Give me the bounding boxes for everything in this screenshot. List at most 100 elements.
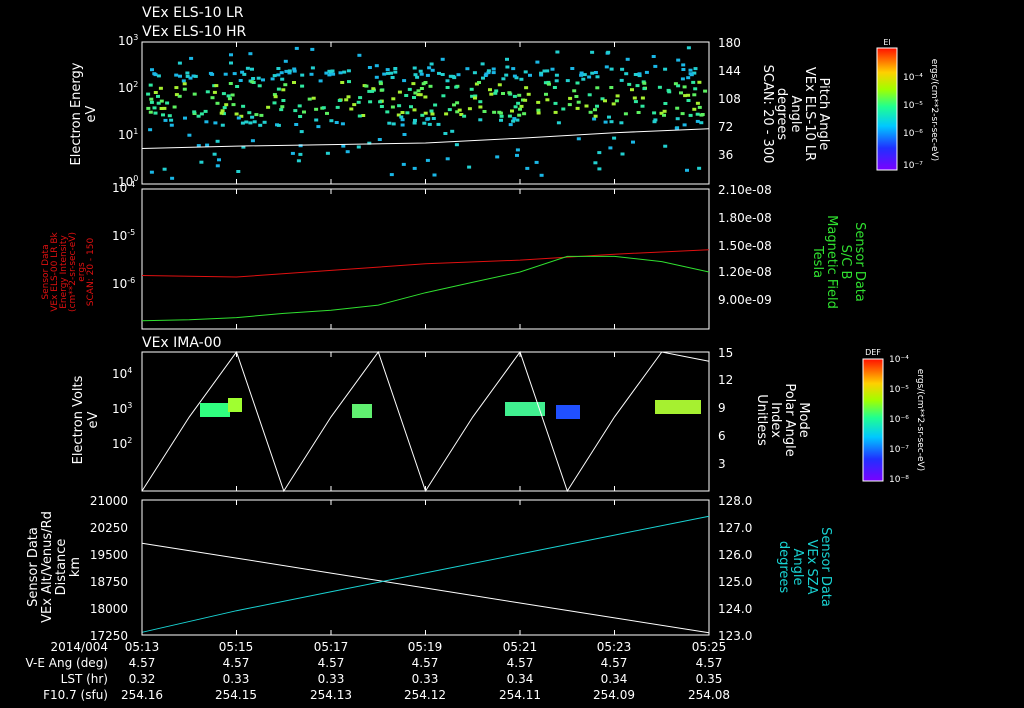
spectrogram-cell — [697, 105, 702, 109]
spectrogram-cell — [245, 66, 250, 70]
spectrogram-cell — [370, 89, 375, 93]
spectrogram-cell — [311, 96, 316, 100]
spectrogram-cell — [553, 101, 558, 105]
spectrogram-cell — [420, 113, 425, 117]
colorbar-tick: 10⁻⁶ — [889, 415, 909, 425]
spectrogram-cell — [259, 113, 264, 117]
axis-label: Unitless — [754, 394, 769, 446]
spectrogram-cell — [187, 133, 192, 137]
tick-label: 9 — [718, 401, 726, 415]
spectrogram-cell — [371, 87, 376, 91]
spectrogram-cell — [483, 74, 488, 77]
spectrogram-cell — [334, 121, 339, 124]
spectrogram-cell — [385, 68, 390, 72]
orbit-ylabel-left: Sensor Data VEx Alt/Venus/Rd Distance km — [26, 511, 83, 623]
spectrogram-cell — [572, 89, 577, 93]
footer-ve-ang: 4.57 4.57 4.57 4.57 4.57 4.57 4.57 — [129, 656, 723, 670]
spectrogram-cell — [644, 70, 649, 74]
spectrogram-cell — [590, 71, 595, 75]
spectrogram-cell — [429, 62, 434, 66]
spectrogram-cell — [397, 104, 402, 108]
spectrogram-cell — [588, 110, 593, 114]
tick-label: 108 — [718, 92, 741, 106]
spectrogram-cell — [382, 72, 387, 76]
spectrogram-cell — [379, 88, 384, 92]
spectrogram-cell — [340, 122, 345, 126]
spectrogram-cell — [347, 80, 351, 84]
axis-label: Sensor Data — [818, 527, 833, 607]
spectrogram-cell — [452, 76, 457, 80]
spectrogram-cell — [329, 119, 334, 123]
panel-title-ima: VEx IMA-00 — [142, 335, 222, 351]
spectrogram-cell — [356, 100, 361, 104]
footer-lst: 0.32 0.33 0.33 0.33 0.34 0.34 0.35 — [129, 672, 723, 686]
spectrogram-cell — [210, 72, 215, 76]
spectrogram-cell — [534, 160, 539, 164]
spectrogram-cell — [436, 122, 441, 126]
panel-ima: VEx IMA-00 104 103 102 15 12 9 6 3 Elect… — [71, 335, 925, 493]
footer-table: 2014/004 V-E Ang (deg) LST (hr) F10.7 (s… — [26, 640, 730, 702]
footer-lst-value: 0.33 — [223, 672, 250, 686]
tick-label: 102 — [118, 80, 138, 95]
spectrogram-cell — [495, 155, 500, 159]
spectrogram-cell — [505, 65, 510, 69]
axis-label: eV — [84, 105, 99, 122]
spectrogram-cell — [314, 107, 319, 111]
spectrogram-cell — [162, 167, 167, 171]
spectrogram-cell — [338, 71, 343, 75]
colorbar-unit: ergs/(cm**2-sr-sec-eV) — [915, 369, 925, 471]
spectrogram-cell — [620, 67, 625, 71]
spectrogram-cell — [167, 114, 172, 118]
spectrogram-cell — [597, 151, 602, 155]
spectrogram-cell — [412, 108, 417, 112]
spectrogram-cell — [378, 100, 383, 104]
spectrogram-cell — [431, 117, 436, 120]
spectrogram-cell — [445, 86, 450, 89]
spectrogram-cell — [402, 79, 407, 83]
tick-label: 180 — [718, 36, 741, 50]
spectrogram-cell — [604, 65, 609, 69]
spectrogram-cell — [615, 94, 620, 98]
spectrogram-cell — [692, 107, 697, 111]
footer-lst-value: 0.35 — [696, 672, 723, 686]
spectrogram-cell — [697, 80, 702, 84]
spectrogram-cell — [280, 77, 285, 81]
spectrogram-cell — [493, 91, 498, 95]
colorbar-title: El — [883, 38, 890, 47]
spectrogram-cell — [149, 170, 154, 174]
spectrogram-cell — [472, 71, 477, 75]
spectrogram-cell — [593, 114, 598, 118]
spectrogram-cell — [575, 106, 580, 110]
sza-trace — [141, 515, 710, 633]
spectrogram-cell — [636, 111, 641, 114]
spectrogram-cell — [606, 50, 611, 54]
spectrogram-cell — [236, 170, 241, 173]
spectrogram-cell — [270, 77, 275, 81]
spectrogram-cell — [511, 67, 516, 71]
spectrogram-cell — [524, 86, 529, 90]
tick-label: 20250 — [90, 521, 128, 535]
spectrogram-cell — [523, 98, 528, 102]
spectrogram-cell — [516, 101, 521, 105]
spectrogram-cell — [662, 109, 667, 113]
tick-label: 9.00e-09 — [718, 293, 772, 307]
spectrogram-cell — [185, 71, 190, 75]
spectrogram-cell — [653, 118, 658, 122]
colorbar-tick: 10⁻⁴ — [889, 355, 909, 365]
spectrogram-cell — [400, 118, 405, 122]
axis-label: VEx SZA — [804, 540, 819, 595]
spectrogram-cell — [385, 110, 390, 114]
spectrogram-cell — [422, 121, 427, 125]
spectrogram-cell — [404, 94, 409, 97]
spectrogram-cell — [344, 98, 349, 102]
spectrogram-cell — [590, 50, 595, 54]
spectrogram-cell — [499, 114, 504, 118]
footer-row-label-ve-ang: V-E Ang (deg) — [26, 656, 108, 670]
spectrogram-cell — [215, 101, 220, 105]
spectrogram-cell — [393, 67, 398, 70]
spectrogram-cell — [335, 105, 340, 109]
spectrogram-cell — [688, 72, 693, 76]
spectrogram-cell — [477, 81, 481, 84]
spectrogram-cell — [236, 116, 241, 120]
spectrogram-cell — [688, 113, 693, 117]
